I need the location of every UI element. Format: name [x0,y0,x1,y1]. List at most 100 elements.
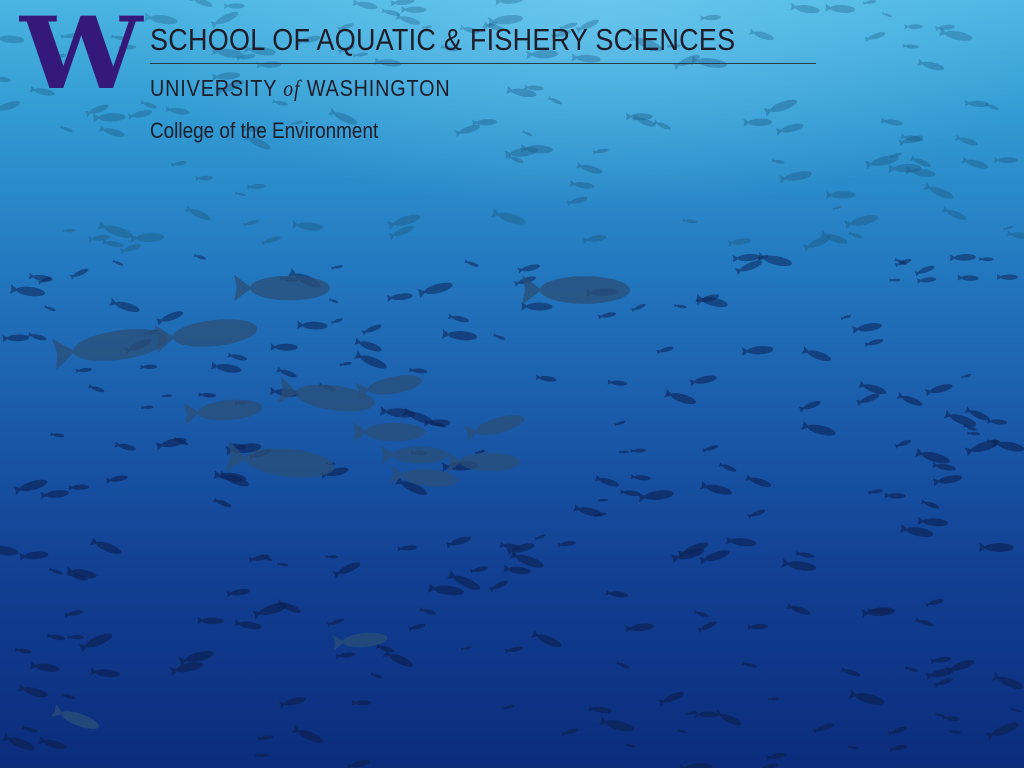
fish [557,541,576,548]
fish [169,661,204,677]
fish [619,450,629,454]
fish [840,314,852,321]
fish [88,235,110,243]
fish [899,523,934,537]
fish [447,313,469,323]
fish [46,632,66,641]
fish [234,191,246,197]
fish [619,488,641,497]
fish [49,432,65,438]
fish [658,691,685,707]
fish [887,726,907,737]
fish [725,536,757,547]
fish [331,265,343,270]
fish [277,562,289,567]
fish [226,588,250,598]
fish [694,711,718,718]
fish [826,190,856,200]
fish [19,551,49,561]
fish [786,602,811,615]
fish [693,609,709,618]
fish [1,732,35,751]
fish [582,235,607,244]
fish [884,492,906,499]
fish [112,259,124,266]
fish [964,99,990,108]
fish [493,333,505,340]
fish [390,0,415,7]
fish [679,763,713,768]
fish [904,24,923,30]
fish [491,207,526,225]
fish [212,497,232,508]
fish [756,763,778,768]
fish [105,475,128,484]
fish [566,196,588,207]
fish [625,743,637,748]
fish [0,100,21,115]
fish [934,24,956,32]
header-divider [150,63,816,64]
fish [767,697,780,701]
fish [923,182,954,199]
fish [397,545,417,552]
fish [119,244,142,255]
fish [353,422,425,442]
fish [517,264,541,274]
fish [252,602,288,620]
fish [858,380,887,395]
fish [401,6,427,14]
fish [790,2,820,14]
fish [325,554,339,559]
fish [576,161,603,174]
fish [170,161,187,168]
fish [445,536,471,549]
fish [14,647,32,654]
fish [386,293,413,302]
fish [917,516,948,527]
fish [614,420,626,427]
fish [2,334,29,343]
fish [535,374,557,382]
fish [195,175,214,181]
fish [198,392,217,398]
fish [840,666,861,677]
fish [197,616,224,625]
fish [330,318,343,325]
fish [985,102,999,110]
fish [916,277,937,284]
fish [743,118,773,127]
fish [630,473,651,481]
fish [296,320,328,330]
fish [48,567,63,575]
fish [62,228,76,233]
fish [68,484,90,491]
fish [246,183,267,190]
fish [914,447,950,464]
fish [234,274,330,302]
fish [848,688,885,705]
fish [352,0,378,10]
fish [114,441,136,451]
fish [917,58,945,71]
fish [930,656,952,665]
fish [561,728,579,737]
fish [954,134,978,146]
fish [346,759,371,768]
fish [961,156,989,169]
fish [184,204,211,221]
fish [534,534,546,541]
fish [140,364,158,370]
fish [38,736,67,750]
fish [351,700,372,706]
fish [469,566,488,574]
fish [102,238,124,248]
fish [254,753,270,758]
fish [547,95,563,105]
fish [889,278,901,282]
fish [183,399,263,425]
fish [689,375,717,387]
fish [454,124,481,138]
fish [51,704,99,729]
fish [741,661,758,668]
